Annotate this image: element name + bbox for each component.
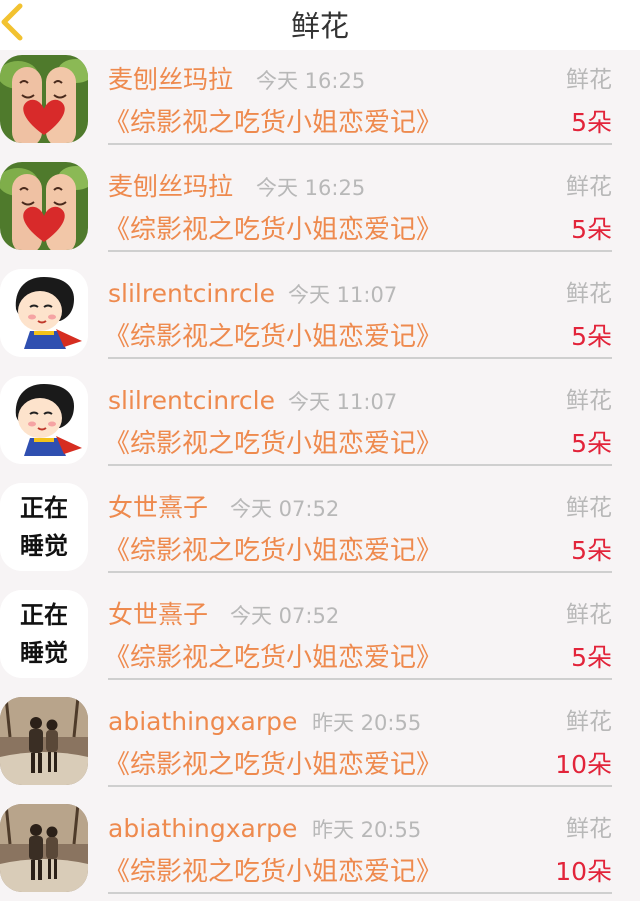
flower-records-screen: 鲜花 麦刨丝玛拉 今天 16:25 鲜花 《综影视之吃货小姐恋爱记》 5朵 麦刨…: [0, 0, 640, 901]
timestamp: 今天 11:07: [288, 390, 398, 414]
finger-couple-avatar: [0, 162, 88, 250]
book-title-link[interactable]: 《综影视之吃货小姐恋爱记》: [104, 855, 442, 889]
book-title-link[interactable]: 《综影视之吃货小姐恋爱记》: [104, 106, 442, 140]
book-title-link[interactable]: 《综影视之吃货小姐恋爱记》: [104, 641, 442, 675]
list-item[interactable]: abiathingxarpe 昨天 20:55 鲜花 《综影视之吃货小姐恋爱记》…: [0, 692, 640, 799]
avatar-text-line: 睡觉: [20, 639, 68, 667]
book-title-link[interactable]: 《综影视之吃货小姐恋爱记》: [104, 534, 442, 568]
cartoon-boy-avatar: [0, 269, 88, 357]
finger-couple-avatar: [0, 55, 88, 143]
row-divider: [108, 785, 612, 787]
user-name: abiathingxarpe: [108, 814, 298, 843]
text-avatar: 正在 睡觉: [0, 483, 88, 571]
timestamp: 今天 16:25: [256, 176, 366, 200]
list-item[interactable]: slilrentcinrcle 今天 11:07 鲜花 《综影视之吃货小姐恋爱记…: [0, 371, 640, 478]
book-title-link[interactable]: 《综影视之吃货小姐恋爱记》: [104, 427, 442, 461]
row-divider: [108, 464, 612, 466]
avatar[interactable]: [0, 804, 88, 892]
flower-count: 5朵: [571, 643, 612, 672]
avatar[interactable]: [0, 376, 88, 464]
user-name: slilrentcinrcle: [108, 279, 275, 308]
row-divider: [108, 678, 612, 680]
row-divider: [108, 143, 612, 145]
book-title-link[interactable]: 《综影视之吃货小姐恋爱记》: [104, 320, 442, 354]
flower-count: 5朵: [571, 429, 612, 458]
navigation-bar: 鲜花: [0, 0, 640, 50]
flower-count: 10朵: [555, 750, 612, 779]
gift-type-label: 鲜花: [566, 495, 612, 521]
timestamp: 今天 07:52: [230, 604, 340, 628]
couple-walking-avatar: [0, 697, 88, 785]
avatar[interactable]: 正在 睡觉: [0, 590, 88, 678]
avatar[interactable]: [0, 269, 88, 357]
user-name: abiathingxarpe: [108, 707, 298, 736]
list-item[interactable]: 正在 睡觉 女世熹子 今天 07:52 鲜花 《综影视之吃货小姐恋爱记》 5朵: [0, 585, 640, 692]
gift-type-label: 鲜花: [566, 709, 612, 735]
flower-count: 5朵: [571, 322, 612, 351]
couple-walking-avatar: [0, 804, 88, 892]
book-title-link[interactable]: 《综影视之吃货小姐恋爱记》: [104, 748, 442, 782]
book-title-link[interactable]: 《综影视之吃货小姐恋爱记》: [104, 213, 442, 247]
avatar[interactable]: [0, 697, 88, 785]
row-divider: [108, 357, 612, 359]
avatar[interactable]: [0, 55, 88, 143]
timestamp: 今天 11:07: [288, 283, 398, 307]
avatar-text-line: 正在: [20, 601, 68, 629]
gift-type-label: 鲜花: [566, 67, 612, 93]
flower-count: 5朵: [571, 108, 612, 137]
row-divider: [108, 250, 612, 252]
list-item[interactable]: 麦刨丝玛拉 今天 16:25 鲜花 《综影视之吃货小姐恋爱记》 5朵: [0, 157, 640, 264]
page-title: 鲜花: [290, 9, 349, 43]
gift-type-label: 鲜花: [566, 174, 612, 200]
list-item[interactable]: abiathingxarpe 昨天 20:55 鲜花 《综影视之吃货小姐恋爱记》…: [0, 799, 640, 901]
cartoon-boy-avatar: [0, 376, 88, 464]
user-name: 女世熹子: [108, 600, 209, 629]
user-name: 女世熹子: [108, 493, 209, 522]
avatar[interactable]: [0, 162, 88, 250]
list-item[interactable]: slilrentcinrcle 今天 11:07 鲜花 《综影视之吃货小姐恋爱记…: [0, 264, 640, 371]
timestamp: 昨天 20:55: [312, 818, 422, 842]
list-item[interactable]: 正在 睡觉 女世熹子 今天 07:52 鲜花 《综影视之吃货小姐恋爱记》 5朵: [0, 478, 640, 585]
timestamp: 昨天 20:55: [312, 711, 422, 735]
avatar-text-line: 正在: [20, 494, 68, 522]
flower-count: 5朵: [571, 215, 612, 244]
avatar[interactable]: 正在 睡觉: [0, 483, 88, 571]
flower-count: 5朵: [571, 536, 612, 565]
user-name: 麦刨丝玛拉: [108, 172, 234, 201]
list-item[interactable]: 麦刨丝玛拉 今天 16:25 鲜花 《综影视之吃货小姐恋爱记》 5朵: [0, 50, 640, 157]
timestamp: 今天 16:25: [256, 69, 366, 93]
row-divider: [108, 571, 612, 573]
gift-type-label: 鲜花: [566, 602, 612, 628]
avatar-text-line: 睡觉: [20, 532, 68, 560]
text-avatar: 正在 睡觉: [0, 590, 88, 678]
row-divider: [108, 892, 612, 894]
user-name: slilrentcinrcle: [108, 386, 275, 415]
gift-type-label: 鲜花: [566, 816, 612, 842]
gift-type-label: 鲜花: [566, 388, 612, 414]
timestamp: 今天 07:52: [230, 497, 340, 521]
flower-record-list: 麦刨丝玛拉 今天 16:25 鲜花 《综影视之吃货小姐恋爱记》 5朵 麦刨丝玛拉…: [0, 50, 640, 901]
user-name: 麦刨丝玛拉: [108, 65, 234, 94]
flower-count: 10朵: [555, 857, 612, 886]
gift-type-label: 鲜花: [566, 281, 612, 307]
